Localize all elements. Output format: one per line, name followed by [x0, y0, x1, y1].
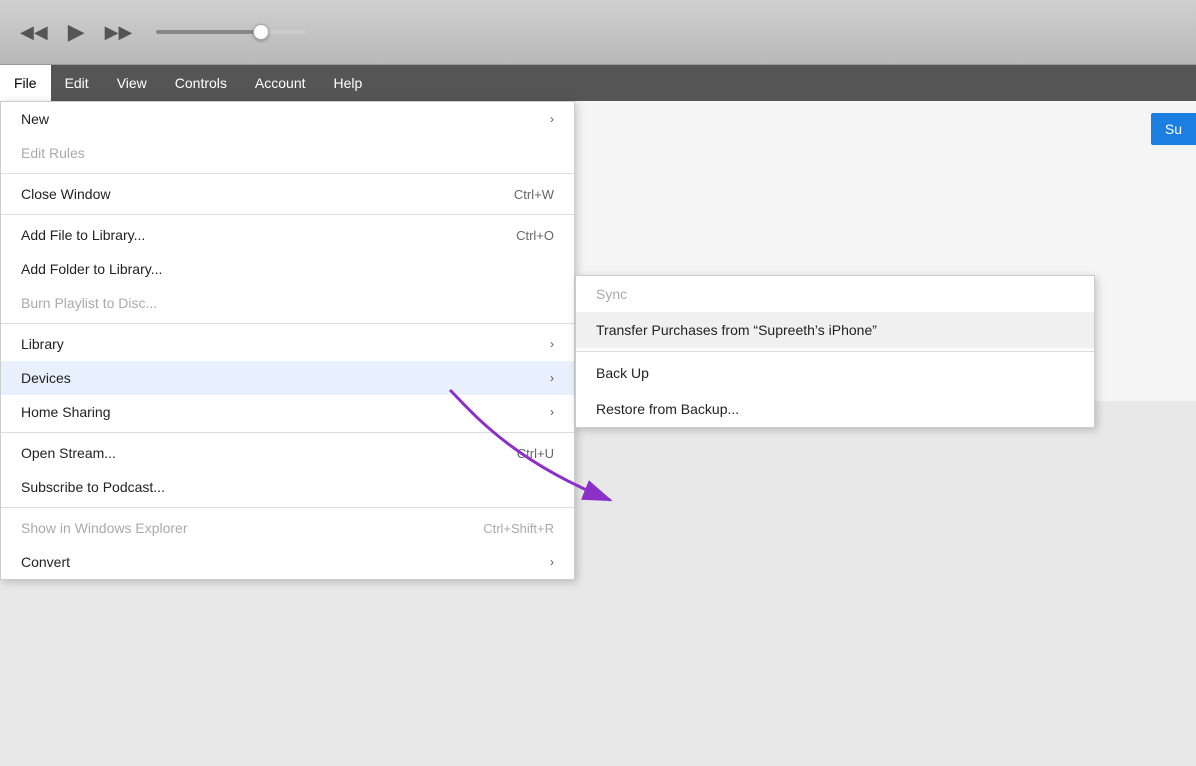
show-explorer-shortcut: Ctrl+Shift+R	[483, 521, 554, 536]
menu-view[interactable]: View	[103, 65, 161, 101]
menu-item-close-window[interactable]: Close Window Ctrl+W	[1, 177, 574, 211]
menu-item-add-folder[interactable]: Add Folder to Library...	[1, 252, 574, 286]
menu-help[interactable]: Help	[320, 65, 377, 101]
menu-item-burn-playlist: Burn Playlist to Disc...	[1, 286, 574, 320]
devices-submenu: Sync Transfer Purchases from “Supreeth’s…	[575, 275, 1095, 428]
open-stream-shortcut: Ctrl+U	[517, 446, 554, 461]
menu-item-edit-rules: Edit Rules	[1, 136, 574, 170]
fastforward-button[interactable]: ▶▶	[101, 18, 137, 47]
separator-2	[1, 214, 574, 215]
separator-4	[1, 432, 574, 433]
su-button[interactable]: Su	[1151, 113, 1196, 145]
separator-5	[1, 507, 574, 508]
menu-item-subscribe-podcast[interactable]: Subscribe to Podcast...	[1, 470, 574, 504]
submenu-item-restore-backup[interactable]: Restore from Backup...	[576, 391, 1094, 427]
submenu-separator-1	[576, 351, 1094, 352]
menu-item-home-sharing[interactable]: Home Sharing ›	[1, 395, 574, 429]
menu-item-add-file[interactable]: Add File to Library... Ctrl+O	[1, 218, 574, 252]
submenu-item-sync: Sync	[576, 276, 1094, 312]
play-button[interactable]: ▶	[64, 15, 89, 49]
menu-item-show-explorer: Show in Windows Explorer Ctrl+Shift+R	[1, 511, 574, 545]
close-window-shortcut: Ctrl+W	[514, 187, 554, 202]
devices-arrow-icon: ›	[550, 371, 554, 385]
separator-3	[1, 323, 574, 324]
file-dropdown-menu: New › Edit Rules Close Window Ctrl+W Add…	[0, 101, 575, 580]
convert-arrow-icon: ›	[550, 555, 554, 569]
menu-item-new[interactable]: New ›	[1, 102, 574, 136]
menu-item-open-stream[interactable]: Open Stream... Ctrl+U	[1, 436, 574, 470]
toolbar: ◀◀ ▶ ▶▶	[0, 0, 1196, 65]
new-arrow-icon: ›	[550, 112, 554, 126]
rewind-button[interactable]: ◀◀	[16, 18, 52, 47]
menu-edit[interactable]: Edit	[51, 65, 103, 101]
submenu-item-transfer-purchases[interactable]: Transfer Purchases from “Supreeth’s iPho…	[576, 312, 1094, 348]
volume-slider-container	[156, 30, 306, 34]
separator-1	[1, 173, 574, 174]
menu-controls[interactable]: Controls	[161, 65, 241, 101]
library-arrow-icon: ›	[550, 337, 554, 351]
submenu-item-back-up[interactable]: Back Up	[576, 355, 1094, 391]
add-file-shortcut: Ctrl+O	[516, 228, 554, 243]
menu-item-devices[interactable]: Devices ›	[1, 361, 574, 395]
menubar: File Edit View Controls Account Help	[0, 65, 1196, 101]
menu-item-convert[interactable]: Convert ›	[1, 545, 574, 579]
volume-slider[interactable]	[156, 30, 306, 34]
menu-account[interactable]: Account	[241, 65, 320, 101]
volume-knob	[253, 24, 269, 40]
menu-item-library[interactable]: Library ›	[1, 327, 574, 361]
menu-file[interactable]: File	[0, 65, 51, 101]
home-sharing-arrow-icon: ›	[550, 405, 554, 419]
